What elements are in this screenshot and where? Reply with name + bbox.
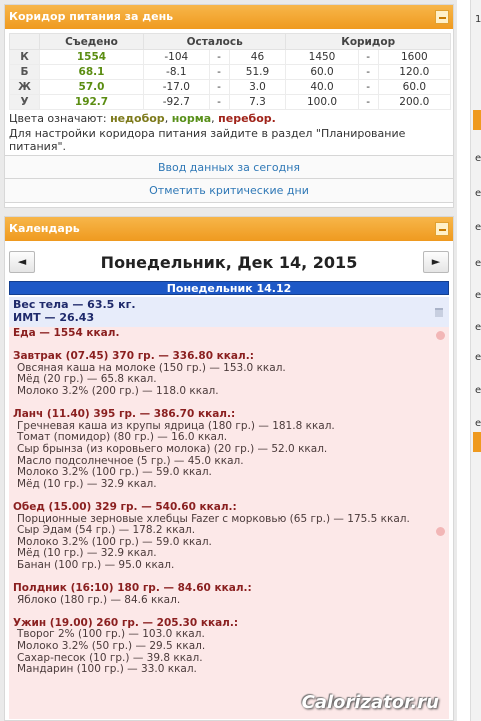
corridor-from: 100.0 xyxy=(285,94,359,110)
eaten-value: 68.1 xyxy=(39,64,144,80)
table-row: У 192.7 -92.7-7.3 100.0-200.0 xyxy=(9,94,452,110)
right-panel-text: е xyxy=(475,258,481,269)
row-label: Ж xyxy=(9,79,40,95)
dash: - xyxy=(208,79,230,95)
legend-norm: норма xyxy=(171,112,212,125)
food-item: Яблоко (180 гр.) — 84.6 ккал. xyxy=(17,593,181,606)
left-to: 7.3 xyxy=(228,94,287,110)
corridor-panel-title: Коридор питания за день xyxy=(9,10,174,23)
legend-under: недобор xyxy=(110,112,165,125)
corridor-to: 60.0 xyxy=(377,79,452,95)
left-from: -104 xyxy=(143,49,210,65)
collapse-icon[interactable] xyxy=(435,10,449,24)
collapse-icon[interactable] xyxy=(435,222,449,236)
calendar-panel: Календарь ◄ Понедельник, Дек 14, 2015 ► … xyxy=(4,216,454,721)
left-to: 46 xyxy=(228,49,287,65)
legend-prefix: Цвета означают: xyxy=(9,112,107,125)
trash-icon[interactable] xyxy=(435,308,443,317)
meal-heading: Обед (15.00) 329 гр. — 540.60 ккал.: xyxy=(13,500,237,513)
corridor-table-body: К 1554 -104-46 1450-1600 Б 68.1 -8.1-51.9 60.0-… xyxy=(9,49,452,110)
right-sidebar: 1 е е е е е е е е е xyxy=(470,0,481,721)
watermark-logo: Calorizator.ru xyxy=(301,692,439,713)
legend-sep-2: , xyxy=(211,112,215,125)
corridor-to: 120.0 xyxy=(377,64,452,80)
food-item: Мёд (10 гр.) — 32.9 ккал. xyxy=(17,477,157,490)
col-header-corridor: Коридор xyxy=(285,33,451,50)
dash: - xyxy=(357,79,379,95)
dash: - xyxy=(357,64,379,80)
right-panel-text: 1 xyxy=(475,14,481,25)
weight-box: Вес тела — 63.5 кг. ИМТ — 26.43 xyxy=(9,297,449,327)
col-header-left: Осталось xyxy=(142,33,287,50)
food-item: Мандарин (100 гр.) — 33.0 ккал. xyxy=(17,663,197,676)
body-weight: Вес тела — 63.5 кг. xyxy=(13,298,136,311)
right-panel-text: е xyxy=(475,188,481,199)
corridor-to: 200.0 xyxy=(377,94,452,110)
corridor-from: 1450 xyxy=(285,49,359,65)
calendar-panel-title: Календарь xyxy=(9,222,80,235)
eaten-value: 192.7 xyxy=(39,94,144,110)
corridor-from: 40.0 xyxy=(285,79,359,95)
meal-heading: Ланч (11.40) 395 гр. — 386.70 ккал.: xyxy=(13,408,236,421)
main-column: Коридор питания за день Съедено Осталось… xyxy=(0,0,457,721)
comment-icon[interactable] xyxy=(436,331,445,340)
col-header-eaten: Съедено xyxy=(39,33,144,50)
dash: - xyxy=(357,49,379,65)
table-row: Б 68.1 -8.1-51.9 60.0-120.0 xyxy=(9,64,452,80)
settings-note: Для настройки коридора питания зайдите в… xyxy=(9,127,406,153)
comment-icon[interactable] xyxy=(436,527,445,536)
corridor-panel: Коридор питания за день Съедено Осталось… xyxy=(4,4,454,208)
corridor-to: 1600 xyxy=(377,49,452,65)
next-day-button[interactable]: ► xyxy=(423,251,449,273)
dash: - xyxy=(208,64,230,80)
right-panel-text: е xyxy=(475,418,481,429)
row-label: У xyxy=(9,94,40,110)
right-panel-text: е xyxy=(475,352,481,363)
left-from: -92.7 xyxy=(143,94,210,110)
table-row: Ж 57.0 -17.0-3.0 40.0-60.0 xyxy=(9,79,452,95)
row-label: Б xyxy=(9,64,40,80)
meal-heading: Еда — 1554 ккал. xyxy=(13,327,120,339)
right-panel-text: е xyxy=(475,153,481,164)
legend-sep-1: , xyxy=(164,112,169,125)
corridor-table: Съедено Осталось Коридор К 1554 -104-46 145… xyxy=(9,33,452,110)
food-item: Молоко 3.2% (50 гр.) — 29.5 ккал. xyxy=(17,640,206,653)
corridor-from: 60.0 xyxy=(285,64,359,80)
food-item: Молоко 3.2% (200 гр.) — 118.0 ккал. xyxy=(17,384,219,397)
bmi-value: ИМТ — 26.43 xyxy=(13,311,95,324)
dash: - xyxy=(357,94,379,110)
right-panel-text: е xyxy=(475,222,481,233)
row-label: К xyxy=(9,49,40,65)
calendar-panel-header: Календарь xyxy=(5,217,453,241)
left-to: 51.9 xyxy=(228,64,287,80)
right-panel-header xyxy=(473,432,481,452)
corridor-panel-header: Коридор питания за день xyxy=(5,5,453,29)
left-from: -8.1 xyxy=(143,64,210,80)
dash: - xyxy=(208,49,230,65)
food-item: Банан (100 гр.) — 95.0 ккал. xyxy=(17,558,175,571)
day-bar[interactable]: Понедельник 14.12 xyxy=(9,281,449,295)
table-row: К 1554 -104-46 1450-1600 xyxy=(9,49,452,65)
color-legend: Цвета означают: недобор, норма, перебор. xyxy=(5,110,453,125)
left-from: -17.0 xyxy=(143,79,210,95)
food-item: Сыр Эдам (54 гр.) — 178.2 ккал. xyxy=(17,524,196,537)
right-panel-text: е xyxy=(475,322,481,333)
food-item: Сыр брынза (из коровьего молока) (20 гр.… xyxy=(17,442,328,455)
meal-heading: Полдник (16:10) 180 гр. — 84.60 ккал.: xyxy=(13,582,252,595)
food-item: Молоко 3.2% (100 гр.) — 59.0 ккал. xyxy=(17,466,212,479)
left-to: 3.0 xyxy=(228,79,287,95)
right-panel-text: е xyxy=(475,385,481,396)
right-panel-header xyxy=(473,110,481,130)
eaten-value: 1554 xyxy=(39,49,144,65)
critical-days-button[interactable]: Отметить критические дни xyxy=(5,179,453,203)
calendar-nav: ◄ Понедельник, Дек 14, 2015 ► xyxy=(5,245,453,281)
date-title: Понедельник, Дек 14, 2015 xyxy=(100,253,358,272)
col-header-blank xyxy=(9,33,40,50)
right-panel-text: е xyxy=(475,290,481,301)
legend-over: перебор. xyxy=(218,112,276,125)
eaten-value: 57.0 xyxy=(39,79,144,95)
dash: - xyxy=(208,94,230,110)
input-today-button[interactable]: Ввод данных за сегодня xyxy=(5,155,453,179)
food-diary: Еда — 1554 ккал. Завтрак (07.45) 370 гр. … xyxy=(9,327,449,719)
